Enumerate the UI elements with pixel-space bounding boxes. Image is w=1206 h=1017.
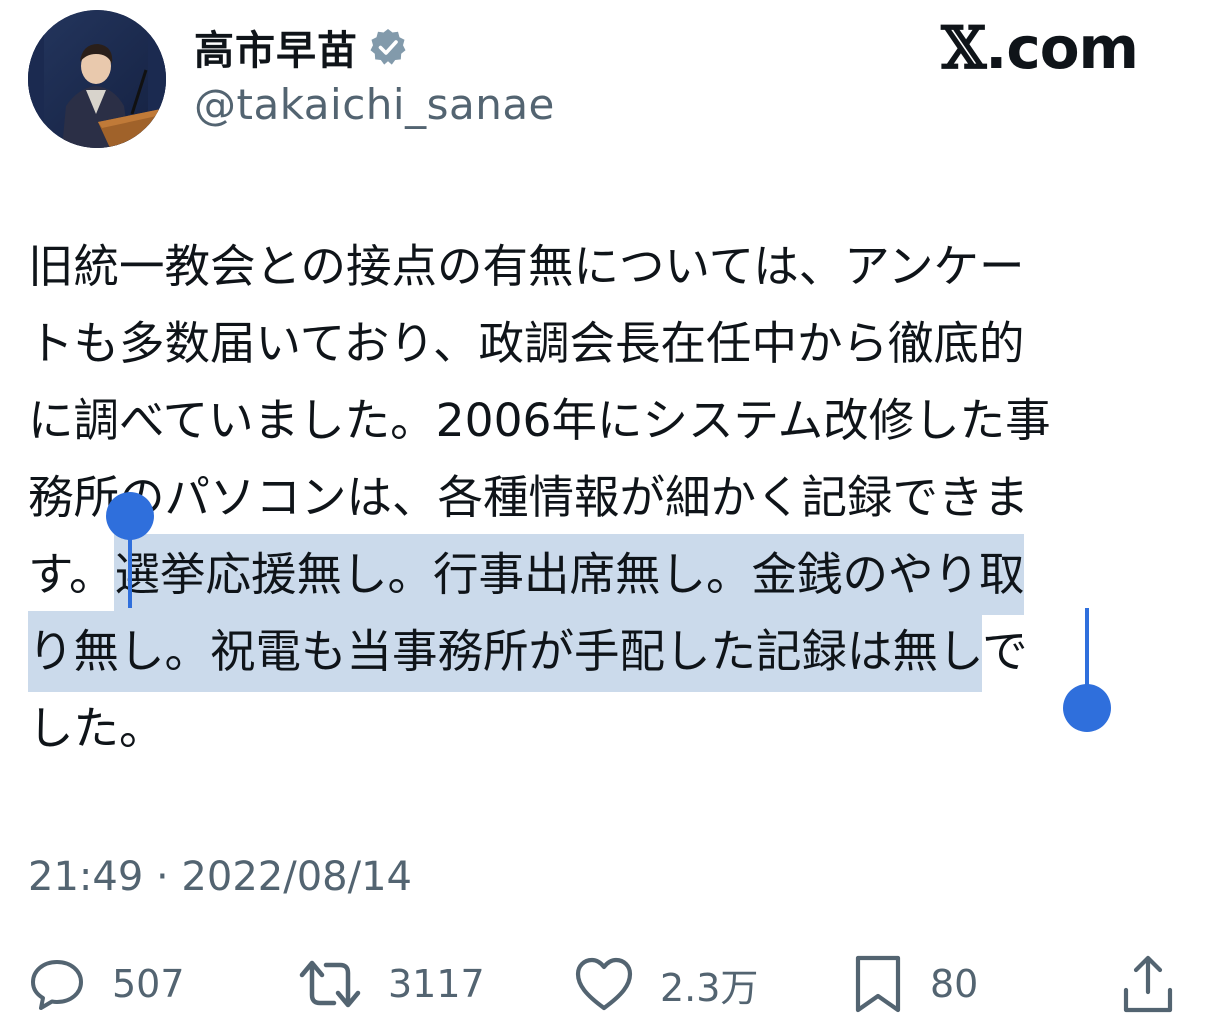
tweet-text-segment: す。	[28, 548, 115, 601]
reply-button[interactable]: 507	[28, 952, 185, 1016]
tweet-text-segment: した。	[28, 702, 165, 755]
share-icon	[1123, 955, 1173, 1013]
verified-badge-icon	[368, 27, 408, 67]
tweet-line: 旧統一教会との接点の有無については、アンケー	[28, 228, 1188, 305]
action-bar: 507 3117 2.3万 80	[0, 952, 1206, 1016]
selection-start-handle[interactable]	[106, 492, 154, 540]
x-logo-letter: 𝕏	[941, 14, 986, 82]
tweet-line: トも多数届いており、政調会長在任中から徹底的	[28, 305, 1188, 382]
share-button[interactable]	[1120, 952, 1176, 1016]
selected-text[interactable]: 選挙応援無し。行事出席無し。金銭のやり取	[114, 534, 1025, 615]
like-button[interactable]: 2.3万	[574, 952, 758, 1016]
reply-count: 507	[112, 962, 185, 1006]
display-name[interactable]: 高市早苗	[194, 18, 358, 76]
tweet-text-segment: で	[982, 625, 1028, 678]
reply-icon	[31, 960, 83, 1010]
tweet-line: す。選挙応援無し。行事出席無し。金銭のやり取	[28, 534, 1188, 615]
tweet-body[interactable]: 旧統一教会との接点の有無については、アンケー トも多数届いており、政調会長在任中…	[28, 228, 1188, 767]
tweet-line: 務所のパソコンは、各種情報が細かく記録できま	[28, 459, 1188, 536]
user-handle[interactable]: @takaichi_sanae	[194, 80, 555, 129]
heart-icon	[575, 957, 633, 1011]
x-brand-suffix: .com	[985, 14, 1139, 82]
like-count: 2.3万	[660, 965, 759, 1010]
tweet-text-segment: に調べていました。2006年にシステム改修した事	[28, 394, 1051, 447]
selection-end-handle[interactable]	[1063, 684, 1111, 732]
bookmark-button[interactable]: 80	[852, 952, 978, 1016]
x-brand-logo: 𝕏.com	[941, 14, 1139, 82]
tweet-timestamp[interactable]: 21:49 · 2022/08/14	[28, 854, 412, 900]
retweet-button[interactable]: 3117	[298, 952, 485, 1016]
tweet-line: した。	[28, 690, 1188, 767]
retweet-count: 3117	[388, 962, 485, 1006]
bookmark-count: 80	[930, 962, 979, 1006]
tweet-text-segment: 務所のパソコンは、各種情報が細かく記録できま	[28, 471, 1030, 524]
tweet-text-segment: 旧統一教会との接点の有無については、アンケー	[28, 240, 1025, 293]
tweet-line: に調べていました。2006年にシステム改修した事	[28, 382, 1188, 459]
tweet-line: り無し。祝電も当事務所が手配した記録は無しで	[28, 611, 1188, 692]
display-name-row[interactable]: 高市早苗	[194, 18, 408, 76]
profile-photo-icon	[28, 10, 166, 148]
bookmark-icon	[855, 955, 901, 1013]
tweet-text-segment: トも多数届いており、政調会長在任中から徹底的	[28, 317, 1025, 370]
selected-text[interactable]: り無し。祝電も当事務所が手配した記録は無し	[28, 611, 983, 692]
avatar[interactable]	[28, 10, 166, 148]
retweet-icon	[299, 960, 361, 1008]
